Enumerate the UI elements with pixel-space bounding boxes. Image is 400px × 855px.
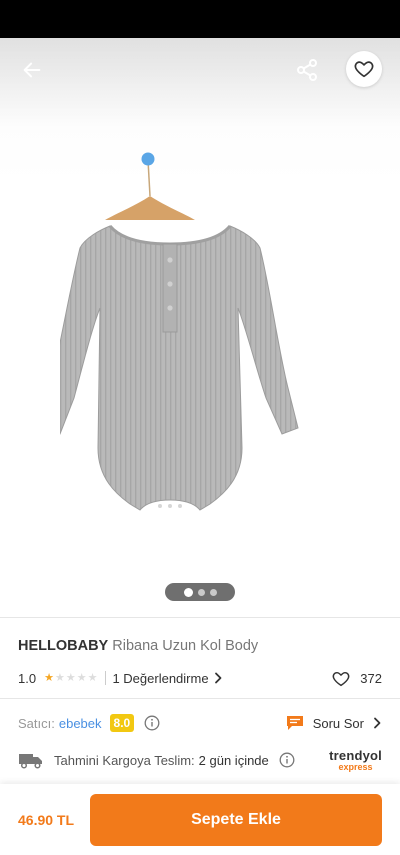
product-gallery[interactable] [0,38,400,616]
pager-dot[interactable] [197,588,205,596]
chevron-right-icon [374,717,381,729]
logo-bottom-text: express [338,761,373,772]
shipping-info-button[interactable] [279,752,295,768]
rating-score: 1.0 [18,670,37,686]
separator [105,671,107,685]
seller-info-button[interactable] [144,715,160,731]
baby-bodysuit-image [60,152,299,511]
favorite-count-value: 372 [360,670,382,686]
star-empty-icon: ★ [87,671,98,684]
info-icon [144,715,160,731]
rating-row: 1.0 ★ ★ ★ ★ ★ 1 Değerlendirme 372 [18,668,382,688]
logo-top-text: trendyol [329,747,382,763]
favorite-button[interactable] [346,51,382,87]
product-brand: HELLOBABY [18,638,109,654]
divider [0,698,400,699]
shipping-label: Tahmini Kargoya Teslim: [54,752,195,768]
star-empty-icon: ★ [76,671,87,684]
heart-outline-icon [354,61,374,78]
favorite-count[interactable]: 372 [331,669,382,687]
divider [0,617,400,618]
reviews-link[interactable]: 1 Değerlendirme [112,671,222,686]
ask-question-button[interactable]: Soru Sor [285,714,382,732]
trendyol-express-logo: trendyol express [329,749,382,772]
product-name: Ribana Uzun Kol Body [112,638,259,654]
rating-stars: ★ ★ ★ ★ ★ [44,671,98,684]
arrow-left-icon [23,62,41,78]
star-filled-icon: ★ [44,671,54,684]
star-empty-icon: ★ [65,671,76,684]
delivery-truck-icon [19,754,42,769]
seller-label: Satıcı: [18,715,55,731]
product-title: HELLOBABY Ribana Uzun Kol Body [18,638,258,654]
reviews-label: 1 Değerlendirme [112,670,209,686]
chevron-right-icon [214,672,221,684]
gallery-pager[interactable] [165,583,235,601]
heart-outline-icon [332,671,350,687]
share-button[interactable] [288,52,326,88]
ask-question-label: Soru Sor [312,715,364,731]
seller-row: Satıcı: ebebek 8.0 Soru Sor [18,711,382,735]
pager-dot[interactable] [209,588,217,596]
seller-score-badge: 8.0 [109,714,135,732]
shipping-value: 2 gün içinde [198,752,269,768]
bottom-action-bar: 46.90 TL Sepete Ekle [0,784,400,855]
chat-bubble-icon [286,716,303,730]
pager-dot-active[interactable] [183,587,193,597]
share-icon [297,59,317,81]
info-icon [279,752,295,768]
seller-name-link[interactable]: ebebek [59,716,102,731]
add-to-cart-button[interactable]: Sepete Ekle [90,794,382,846]
back-button[interactable] [14,52,50,88]
top-shade [0,38,400,128]
status-bar [0,0,400,38]
product-price: 46.90 TL [18,812,75,828]
star-empty-icon: ★ [54,671,65,684]
shipping-row: Tahmini Kargoya Teslim: 2 gün içinde tre… [18,747,382,773]
